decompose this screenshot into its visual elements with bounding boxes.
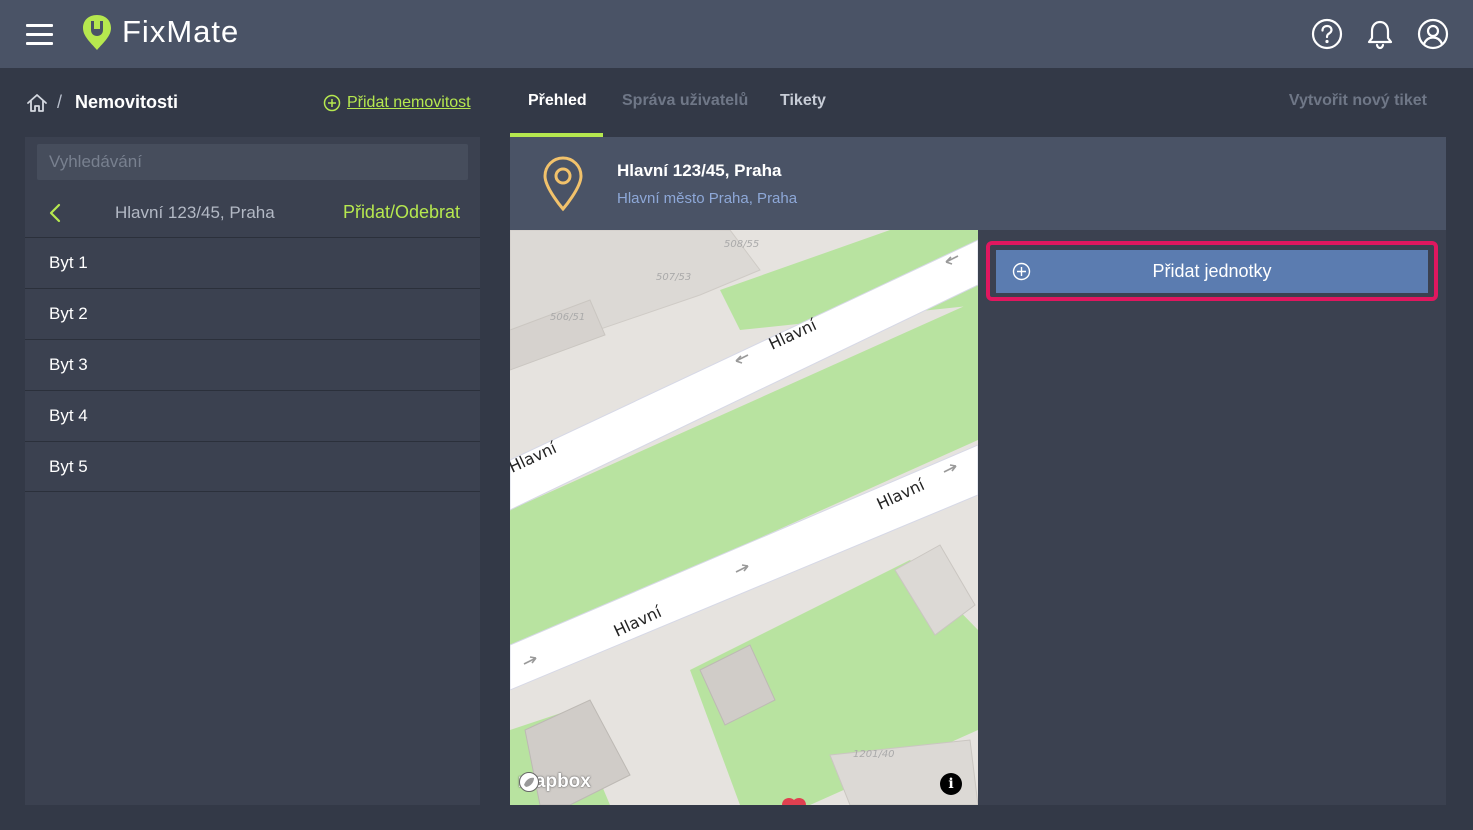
plus-circle-icon [323,94,341,112]
search-input[interactable] [37,144,468,180]
fixmate-logo-icon [83,15,111,50]
map-canvas: Hlavní Hlavní Hlavní Hlavní 508/55 507/5… [510,230,978,805]
add-remove-button[interactable]: Přidat/Odebrat [343,202,460,223]
bell-icon[interactable] [1364,18,1396,50]
add-units-label: Přidat jednotky [1152,261,1272,281]
user-icon[interactable] [1417,18,1449,50]
top-bar: FixMate [0,0,1473,68]
property-detail-panel: Hlavní 123/45, Praha Hlavní město Praha,… [510,137,1446,805]
home-icon[interactable] [26,92,48,114]
mapbox-logo[interactable]: mapbox [518,771,591,793]
map-building-number: 1201/40 [853,749,895,760]
breadcrumb-separator: / [57,92,63,112]
new-ticket-button[interactable]: Vytvořit nový tiket [1289,92,1427,110]
sidebar-nav-title: Hlavní 123/45, Praha [115,203,275,222]
mapbox-icon [519,772,539,792]
info-icon[interactable]: i [940,773,962,795]
list-item[interactable]: Byt 4 [25,390,480,441]
add-property-label: Přidat nemovitost [347,94,471,111]
map-building-number: 506/51 [550,312,585,323]
property-sidebar: Hlavní 123/45, Praha Přidat/Odebrat Byt … [25,137,480,805]
tab-overview[interactable]: Přehled [528,92,587,110]
map-building-number: 507/53 [656,272,691,283]
location-pin-icon [543,156,583,212]
list-item[interactable]: Byt 2 [25,288,480,339]
property-header: Hlavní 123/45, Praha Hlavní město Praha,… [510,137,1446,230]
tab-tickets[interactable]: Tikety [780,92,826,110]
app-name: FixMate [122,14,240,49]
add-units-highlight: Přidat jednotky [986,241,1438,301]
list-item[interactable]: Byt 3 [25,339,480,390]
map-building-number: 508/55 [724,239,759,250]
add-property-link[interactable]: Přidat nemovitost [323,94,471,112]
plus-circle-icon [1012,262,1031,281]
list-item[interactable]: Byt 5 [25,441,480,492]
tab-user-management[interactable]: Správa uživatelů [622,92,748,110]
property-subtitle: Hlavní město Praha, Praha [617,190,798,207]
add-units-button[interactable]: Přidat jednotky [996,250,1428,293]
chevron-left-icon[interactable] [47,203,63,223]
unit-list: Byt 1 Byt 2 Byt 3 Byt 4 Byt 5 [25,237,480,492]
list-item[interactable]: Byt 1 [25,237,480,288]
breadcrumb-current: Nemovitosti [75,92,179,112]
map-view[interactable]: Hlavní Hlavní Hlavní Hlavní 508/55 507/5… [510,230,978,805]
help-icon[interactable] [1311,18,1343,50]
property-title: Hlavní 123/45, Praha [617,161,782,180]
menu-icon[interactable] [26,22,53,46]
